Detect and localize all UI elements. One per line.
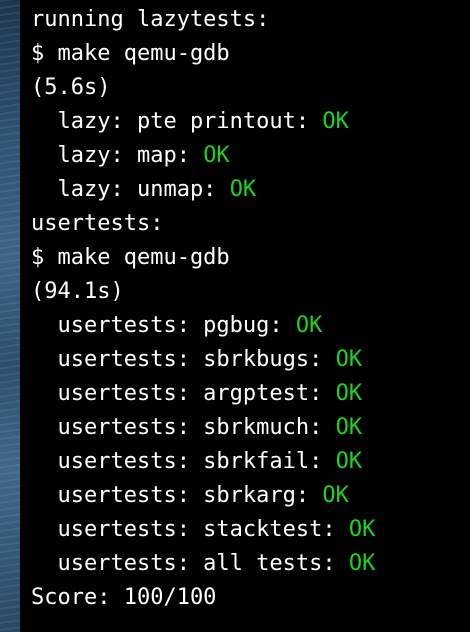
test-result-line: usertests: all tests: OK — [31, 547, 470, 581]
duration-text: (5.6s) — [31, 75, 111, 100]
command-text: $ make qemu-gdb — [31, 245, 230, 270]
test-status-ok: OK — [335, 381, 363, 406]
test-status-ok: OK — [203, 143, 230, 168]
test-result-line: usertests: pgbug: OK — [31, 309, 470, 343]
test-status-ok: OK — [335, 449, 363, 474]
test-result-line: usertests: sbrkbugs: OK — [31, 343, 470, 377]
test-name: usertests: sbrkfail: — [31, 449, 336, 474]
test-status-ok: OK — [335, 415, 363, 440]
terminal-line: running lazytests: — [31, 3, 470, 37]
duration-text: (94.1s) — [31, 279, 124, 304]
terminal-line: $ make qemu-gdb — [31, 37, 470, 71]
command-text: $ make qemu-gdb — [31, 41, 230, 66]
test-status-ok: OK — [322, 483, 349, 508]
test-status-ok: OK — [322, 109, 349, 134]
test-status-ok: OK — [229, 177, 257, 202]
score-text: Score: 100/100 — [31, 585, 217, 610]
score-line: Score: 100/100 — [31, 581, 470, 615]
terminal-line: usertests: — [31, 207, 470, 241]
terminal-line: $ make qemu-gdb — [31, 241, 470, 275]
test-status-ok: OK — [348, 551, 376, 576]
terminal-line: (94.1s) — [31, 275, 470, 309]
test-status-ok: OK — [348, 517, 376, 542]
test-result-line: lazy: pte printout: OK — [31, 105, 470, 139]
test-status-ok: OK — [295, 313, 323, 338]
test-result-line: usertests: sbrkfail: OK — [31, 445, 470, 479]
test-name: usertests: sbrkarg: — [31, 483, 323, 508]
test-name: usertests: all tests: — [31, 551, 349, 576]
test-result-line: usertests: sbrkarg: OK — [31, 479, 470, 513]
test-name: usertests: sbrkbugs: — [31, 347, 336, 372]
test-name: usertests: argptest: — [31, 381, 336, 406]
line-text: usertests: — [31, 211, 164, 236]
test-status-ok: OK — [335, 347, 363, 372]
desktop-background — [0, 0, 20, 632]
test-result-line: usertests: argptest: OK — [31, 377, 470, 411]
test-result-line: usertests: sbrkmuch: OK — [31, 411, 470, 445]
test-name: usertests: sbrkmuch: — [31, 415, 336, 440]
test-name: lazy: unmap: — [31, 177, 230, 202]
test-result-line: lazy: map: OK — [31, 139, 470, 173]
terminal-line: (5.6s) — [31, 71, 470, 105]
test-result-line: lazy: unmap: OK — [31, 173, 470, 207]
test-name: lazy: map: — [31, 143, 204, 168]
test-name: usertests: stacktest: — [31, 517, 349, 542]
line-text: running lazytests: — [31, 7, 270, 32]
test-name: lazy: pte printout: — [31, 109, 323, 134]
test-result-line: usertests: stacktest: OK — [31, 513, 470, 547]
terminal-output[interactable]: running lazytests: $ make qemu-gdb (5.6s… — [20, 0, 470, 632]
test-name: usertests: pgbug: — [31, 313, 296, 338]
